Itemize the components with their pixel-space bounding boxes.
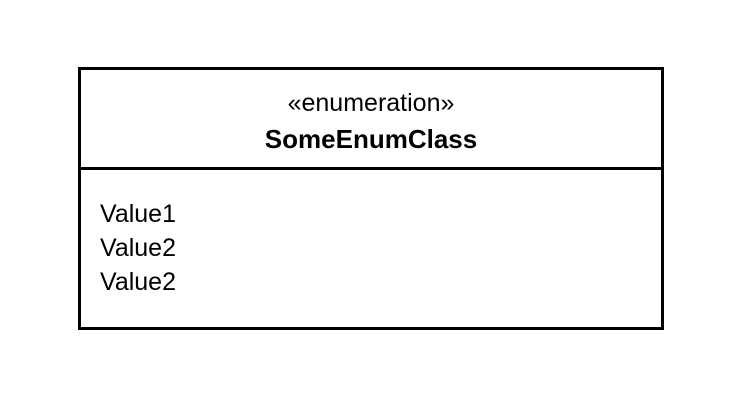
enum-value: Value2 (100, 234, 176, 262)
enumeration-values-list: Value1 Value2 Value2 (100, 197, 176, 299)
enum-value: Value1 (100, 200, 176, 228)
enum-value: Value2 (100, 268, 176, 296)
stereotype-label: «enumeration» (287, 89, 455, 117)
class-name: SomeEnumClass (264, 124, 478, 154)
enumeration-header: «enumeration» SomeEnumClass (81, 70, 661, 170)
uml-enumeration-box: «enumeration» SomeEnumClass Value1 Value… (78, 67, 664, 330)
